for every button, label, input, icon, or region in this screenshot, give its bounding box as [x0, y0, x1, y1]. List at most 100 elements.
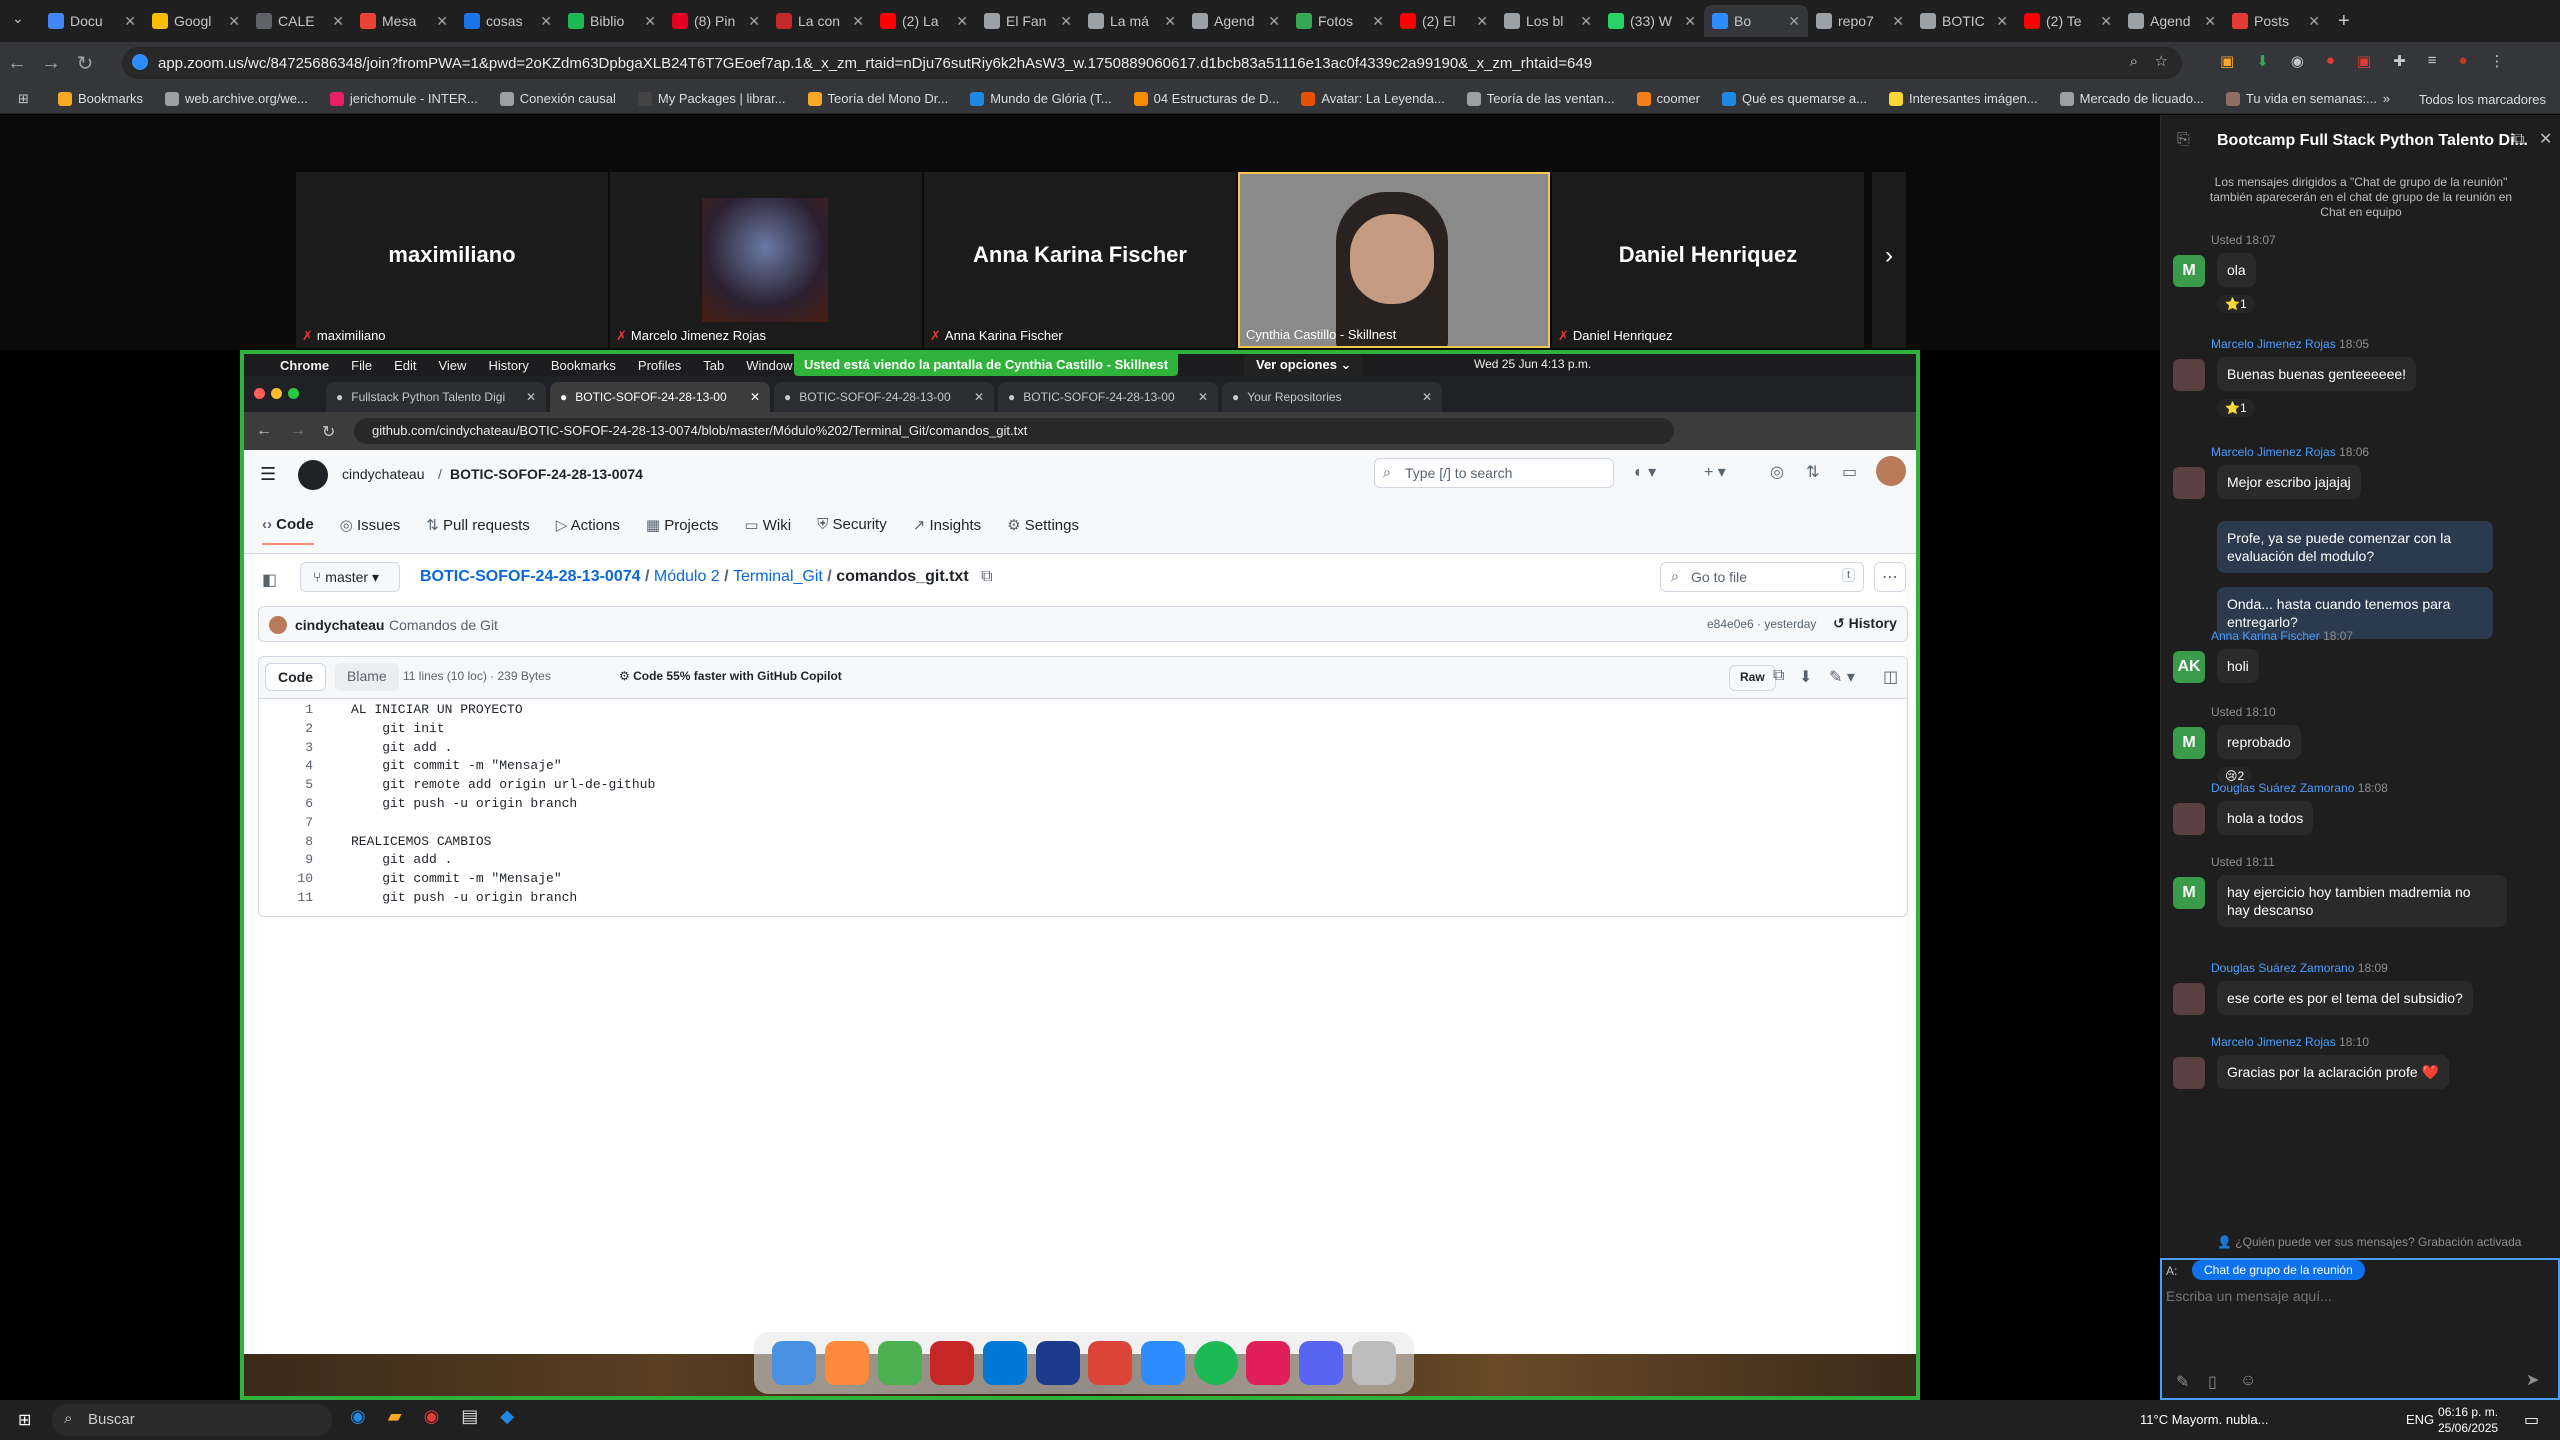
inner-browser-tab[interactable]: ● Fullstack Python Talento Digi ✕: [326, 382, 546, 412]
line-number[interactable]: 4: [259, 757, 313, 776]
chrome-icon[interactable]: [1088, 1341, 1133, 1385]
browser-tab[interactable]: (33) W ✕: [1600, 5, 1704, 37]
participant-tile-1[interactable]: maximiliano ✗ maximiliano: [296, 172, 608, 348]
reload-icon[interactable]: ↻: [68, 51, 102, 76]
close-tab-icon[interactable]: ✕: [974, 390, 984, 404]
bookmark-item[interactable]: jerichomule - INTER...: [329, 91, 478, 106]
mac-menu-item[interactable]: Profiles: [638, 358, 681, 373]
line-number[interactable]: 9: [259, 851, 313, 870]
puzzle-icon[interactable]: ✚: [2393, 52, 2406, 70]
browser-tab[interactable]: Biblio ✕: [560, 5, 664, 37]
download-icon[interactable]: ⬇: [2256, 52, 2269, 70]
inner-browser-tab[interactable]: ● BOTIC-SOFOF-24-28-13-00 ✕: [998, 382, 1218, 412]
menu-icon[interactable]: ⋮: [2490, 52, 2505, 70]
line-number[interactable]: 7: [259, 814, 313, 833]
vscode-taskbar-icon[interactable]: ◆: [500, 1406, 514, 1427]
profile-icon[interactable]: ●: [2458, 52, 2467, 70]
chrome-taskbar-icon[interactable]: ◉: [424, 1406, 440, 1427]
bookmark-item[interactable]: Tu vida en semanas:...: [2225, 91, 2377, 106]
new-tab-icon[interactable]: +: [2338, 10, 2350, 33]
discord-icon[interactable]: [1298, 1341, 1343, 1385]
inner-reload-icon[interactable]: ↻: [322, 422, 335, 442]
close-tab-icon[interactable]: ✕: [1422, 390, 1432, 404]
media-icon[interactable]: ≡: [2428, 52, 2437, 70]
finder-icon[interactable]: [772, 1341, 817, 1385]
tab-issues[interactable]: ◎ Issues: [340, 516, 401, 545]
more-bookmarks-icon[interactable]: »: [2383, 91, 2390, 106]
line-number[interactable]: 10: [259, 870, 313, 889]
close-tab-icon[interactable]: ✕: [852, 13, 864, 30]
file-explorer-icon[interactable]: ▰: [388, 1406, 402, 1427]
go-to-file-input[interactable]: ⌕ Go to file t: [1660, 562, 1864, 592]
github-logo-icon[interactable]: [298, 460, 328, 490]
browser-tab[interactable]: Mesa ✕: [352, 5, 456, 37]
pull-requests-icon[interactable]: ⇅: [1806, 462, 1819, 482]
browser-tab[interactable]: Docu ✕: [40, 5, 144, 37]
screenshot-icon[interactable]: ▣: [2357, 52, 2371, 70]
bookmark-item[interactable]: coomer: [1636, 91, 1700, 106]
bookmark-item[interactable]: Interesantes imágen...: [1888, 91, 2038, 106]
mac-menu-item[interactable]: Bookmarks: [551, 358, 616, 373]
browser-tab[interactable]: (2) Te ✕: [2016, 5, 2120, 37]
bookmark-item[interactable]: Teoría del Mono Dr...: [807, 91, 948, 106]
mac-menu-item[interactable]: Window: [746, 358, 792, 373]
close-tab-icon[interactable]: ✕: [1268, 13, 1280, 30]
issues-icon[interactable]: ◎: [1770, 462, 1784, 482]
address-bar[interactable]: app.zoom.us/wc/84725686348/join?fromPWA=…: [122, 47, 2182, 79]
close-tab-icon[interactable]: ✕: [1892, 13, 1904, 30]
raw-button[interactable]: Raw: [1729, 665, 1776, 691]
apps-grid-icon[interactable]: ⊞: [18, 91, 29, 107]
participant-tile-2[interactable]: ✗ Marcelo Jimenez Rojas: [610, 172, 922, 348]
repo-owner[interactable]: cindychateau: [342, 466, 425, 482]
close-tab-icon[interactable]: ✕: [2100, 13, 2112, 30]
close-tab-icon[interactable]: ✕: [1788, 13, 1800, 30]
copy-path-icon[interactable]: ⧉: [981, 568, 992, 585]
blame-tab[interactable]: Blame: [335, 663, 399, 691]
filezilla-icon[interactable]: [930, 1341, 975, 1385]
browser-tab[interactable]: Fotos ✕: [1288, 5, 1392, 37]
close-tab-icon[interactable]: ✕: [1372, 13, 1384, 30]
tab-code[interactable]: ‹› Code: [262, 516, 314, 545]
all-bookmarks[interactable]: Todos los marcadores: [2419, 92, 2546, 107]
commit-author[interactable]: cindychateau: [295, 617, 384, 633]
line-number[interactable]: 1: [259, 701, 313, 720]
close-tab-icon[interactable]: ✕: [1164, 13, 1176, 30]
close-tab-icon[interactable]: ✕: [124, 13, 136, 30]
tab-security[interactable]: ⛨ Security: [817, 516, 887, 545]
close-tab-icon[interactable]: ✕: [1580, 13, 1592, 30]
create-new-icon[interactable]: + ▾: [1704, 462, 1726, 482]
file-attach-icon[interactable]: ▯: [2208, 1372, 2217, 1392]
hamburger-icon[interactable]: ☰: [260, 464, 276, 485]
line-number[interactable]: 5: [259, 776, 313, 795]
bookmark-item[interactable]: Conexión causal: [499, 91, 616, 106]
windows-start-icon[interactable]: ⊞: [18, 1410, 31, 1430]
reaction-badge[interactable]: ⭐1: [2217, 399, 2255, 417]
close-tab-icon[interactable]: ✕: [2308, 13, 2320, 30]
chat-message-input[interactable]: [2166, 1284, 2546, 1308]
close-chat-icon[interactable]: ✕: [2539, 129, 2552, 149]
close-tab-icon[interactable]: ✕: [436, 13, 448, 30]
more-options-icon[interactable]: ⋯: [1874, 562, 1906, 592]
repo-name[interactable]: BOTIC-SOFOF-24-28-13-0074: [450, 466, 643, 482]
tab-search-icon[interactable]: ⌄: [12, 10, 24, 27]
bookmark-item[interactable]: 04 Estructuras de D...: [1133, 91, 1279, 106]
inbox-icon[interactable]: ▭: [1842, 462, 1857, 482]
close-tab-icon[interactable]: ✕: [526, 390, 536, 404]
weather[interactable]: 11°C Mayorm. nubla...: [2140, 1412, 2269, 1427]
taskbar-search[interactable]: ⌕ Buscar: [52, 1404, 332, 1436]
inner-url-bar[interactable]: github.com/cindychateau/BOTIC-SOFOF-24-2…: [354, 418, 1674, 444]
language-indicator[interactable]: ENG: [2406, 1412, 2434, 1427]
bookmark-item[interactable]: Qué es quemarse a...: [1721, 91, 1867, 106]
recipient-selector[interactable]: Chat de grupo de la reunión: [2192, 1260, 2365, 1280]
back-icon[interactable]: ←: [0, 52, 34, 75]
browser-tab[interactable]: Los bl ✕: [1496, 5, 1600, 37]
record-icon[interactable]: ●: [2326, 52, 2335, 70]
inner-forward-icon[interactable]: →: [290, 422, 306, 440]
bookmark-item[interactable]: Teoría de las ventan...: [1466, 91, 1615, 106]
code-tab[interactable]: Code: [265, 663, 326, 691]
close-tab-icon[interactable]: ✕: [1684, 13, 1696, 30]
mac-menu-item[interactable]: File: [351, 358, 372, 373]
close-tab-icon[interactable]: ✕: [956, 13, 968, 30]
breadcrumb-repo[interactable]: BOTIC-SOFOF-24-28-13-0074: [420, 568, 641, 585]
close-tab-icon[interactable]: ✕: [644, 13, 656, 30]
